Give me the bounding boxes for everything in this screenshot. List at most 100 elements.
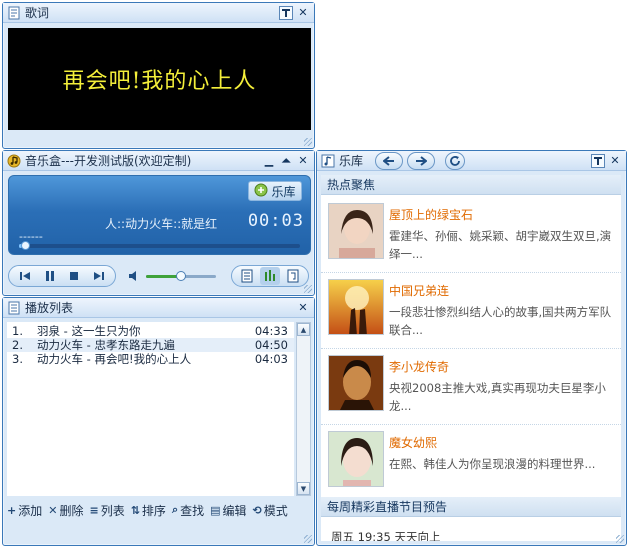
- library-title: 乐库: [339, 154, 364, 168]
- back-arrow-icon[interactable]: [375, 152, 403, 170]
- playlist-list: 1. 羽泉 - 这一生只为你 04:33 2. 动力火车 - 忠孝东路走九遍 0…: [7, 322, 294, 496]
- news-title[interactable]: 中国兄弟连: [389, 282, 449, 299]
- library-panel: 乐库 ✕ 热点聚焦 屋顶上的绿宝石 霍建华、孙俪、姚采颖、胡宇崴双生双旦,演绎一…: [316, 150, 627, 546]
- news-thumbnail[interactable]: [328, 279, 384, 335]
- volume-slider[interactable]: [146, 271, 216, 281]
- next-icon[interactable]: [89, 267, 109, 285]
- add-label: 添加: [18, 503, 43, 518]
- edit-button[interactable]: ▤ 编辑: [210, 502, 246, 519]
- player-display: 乐库 人::动力火车::就是红 00:03 ------: [8, 175, 311, 255]
- equalizer-icon[interactable]: [259, 267, 280, 285]
- cross-icon: ✕: [48, 503, 58, 517]
- playlist-row[interactable]: 3. 动力火车 - 再会吧!我的心上人 04:03: [7, 352, 294, 366]
- lyrics-titlebar[interactable]: 歌词 ✕: [3, 3, 314, 23]
- repeat-icon: ⟲: [252, 503, 262, 517]
- view-toggle-group: [231, 265, 309, 287]
- close-icon[interactable]: ✕: [608, 154, 622, 168]
- sort-icon: ⇅: [130, 503, 140, 517]
- library-icon: [254, 183, 268, 200]
- volume-icon[interactable]: [128, 269, 140, 286]
- sort-button[interactable]: ⇅ 排序: [131, 502, 166, 519]
- collapse-icon[interactable]: ⏶: [279, 154, 293, 168]
- pause-icon[interactable]: [40, 267, 60, 285]
- list-icon: ≡: [89, 503, 99, 517]
- edit-icon: ▤: [210, 503, 221, 517]
- library-note-icon: [321, 154, 335, 168]
- playlist-row[interactable]: 2. 动力火车 - 忠孝东路走九遍 04:50: [7, 338, 294, 352]
- news-description: 在熙、韩佳人为你呈现浪漫的料理世界...: [389, 457, 596, 471]
- track-number: 2.: [12, 338, 23, 352]
- library-button[interactable]: 乐库: [248, 181, 302, 201]
- delete-button[interactable]: ✕ 删除: [48, 502, 83, 519]
- refresh-icon[interactable]: [445, 152, 465, 170]
- library-titlebar[interactable]: 乐库 ✕: [317, 151, 626, 171]
- track-duration: 04:03: [254, 352, 288, 366]
- lyrics-display: 再会吧!我的心上人: [8, 28, 311, 130]
- resize-grip[interactable]: [304, 285, 312, 293]
- pin-icon[interactable]: [591, 153, 605, 168]
- close-icon[interactable]: ✕: [296, 301, 310, 315]
- playlist-view-icon[interactable]: [237, 267, 257, 285]
- playlist-scrollbar[interactable]: ▲ ▼: [296, 322, 311, 496]
- resize-grip[interactable]: [304, 138, 312, 146]
- news-title[interactable]: 魔女幼熙: [389, 434, 437, 451]
- lyrics-icon: [7, 6, 21, 20]
- find-button[interactable]: ⌕ 查找: [172, 502, 204, 519]
- news-description: 霍建华、孙俪、姚采颖、胡宇崴双生双旦,演绎一...: [389, 229, 612, 261]
- track-duration: 04:33: [254, 324, 288, 338]
- lyrics-current-line: 再会吧!我的心上人: [62, 69, 257, 94]
- now-playing-marquee: 人::动力火车::就是红: [105, 217, 218, 231]
- playlist-row[interactable]: 1. 羽泉 - 这一生只为你 04:33: [7, 324, 294, 338]
- news-thumbnail[interactable]: [328, 203, 384, 259]
- schedule-line[interactable]: 周五 19:35 天天向上: [331, 529, 440, 541]
- news-item[interactable]: 屋顶上的绿宝石 霍建华、孙俪、姚采颖、胡宇崴双生双旦,演绎一...: [321, 197, 621, 273]
- scroll-up-icon[interactable]: ▲: [297, 323, 310, 336]
- close-icon[interactable]: ✕: [296, 6, 310, 20]
- plus-icon: +: [7, 503, 17, 517]
- news-item[interactable]: 中国兄弟连 一段悲壮惨烈纠结人心的故事,国共两方军队联合...: [321, 273, 621, 349]
- playlist-title: 播放列表: [25, 301, 74, 315]
- mode-label: 模式: [263, 503, 288, 518]
- list-label: 列表: [100, 503, 125, 518]
- news-thumbnail[interactable]: [328, 431, 384, 487]
- playlist-toolbar: + 添加 ✕ 删除 ≡ 列表 ⇅ 排序 ⌕ 查找 ▤ 编辑 ⟲ 模式: [7, 500, 310, 520]
- find-label: 查找: [180, 503, 205, 518]
- news-item[interactable]: 李小龙传奇 央视2008主推大戏,真实再现功夫巨星李小龙...: [321, 349, 621, 425]
- minimize-icon[interactable]: ▁: [262, 154, 276, 168]
- news-item[interactable]: 魔女幼熙 在熙、韩佳人为你呈现浪漫的料理世界...: [321, 425, 621, 501]
- edit-label: 编辑: [222, 503, 247, 518]
- add-button[interactable]: + 添加: [7, 502, 42, 519]
- list-button[interactable]: ≡ 列表: [89, 502, 124, 519]
- resize-grip[interactable]: [304, 535, 312, 543]
- playlist-icon: [7, 301, 21, 315]
- playlist-panel: 播放列表 ✕ 1. 羽泉 - 这一生只为你 04:33 2. 动力火车 - 忠孝…: [2, 297, 315, 546]
- scroll-down-icon[interactable]: ▼: [297, 482, 310, 495]
- search-icon: ⌕: [171, 503, 179, 516]
- lyrics-view-icon[interactable]: [283, 267, 303, 285]
- elapsed-time: 00:03: [247, 211, 304, 231]
- resize-grip[interactable]: [616, 535, 624, 543]
- news-title[interactable]: 李小龙传奇: [389, 358, 449, 375]
- volume-knob[interactable]: [176, 271, 186, 281]
- player-panel: 音乐盒---开发测试版(欢迎定制) ▁ ⏶ ✕ 乐库 人::动力火车::就是红 …: [2, 150, 315, 296]
- mode-button[interactable]: ⟲ 模式: [253, 502, 288, 519]
- transport-group: [8, 265, 116, 287]
- playlist-titlebar[interactable]: 播放列表 ✕: [3, 298, 314, 318]
- lyrics-title: 歌词: [25, 6, 50, 20]
- previous-icon[interactable]: [15, 267, 35, 285]
- pin-icon[interactable]: [279, 5, 293, 20]
- lyrics-panel: 歌词 ✕ 再会吧!我的心上人: [2, 2, 315, 149]
- stop-icon[interactable]: [64, 267, 84, 285]
- progress-bar[interactable]: [19, 241, 300, 250]
- news-title[interactable]: 屋顶上的绿宝石: [389, 206, 473, 223]
- news-thumbnail[interactable]: [328, 355, 384, 411]
- library-content: 热点聚焦 屋顶上的绿宝石 霍建华、孙俪、姚采颖、胡宇崴双生双旦,演绎一... 中…: [321, 175, 621, 541]
- music-box-logo-icon: [7, 154, 21, 168]
- hot-section-header: 热点聚焦: [321, 175, 621, 195]
- forward-arrow-icon[interactable]: [407, 152, 435, 170]
- library-nav: [375, 152, 465, 170]
- progress-knob[interactable]: [20, 241, 30, 250]
- player-titlebar[interactable]: 音乐盒---开发测试版(欢迎定制) ▁ ⏶ ✕: [3, 151, 314, 171]
- close-icon[interactable]: ✕: [296, 154, 310, 168]
- library-button-label: 乐库: [271, 184, 296, 199]
